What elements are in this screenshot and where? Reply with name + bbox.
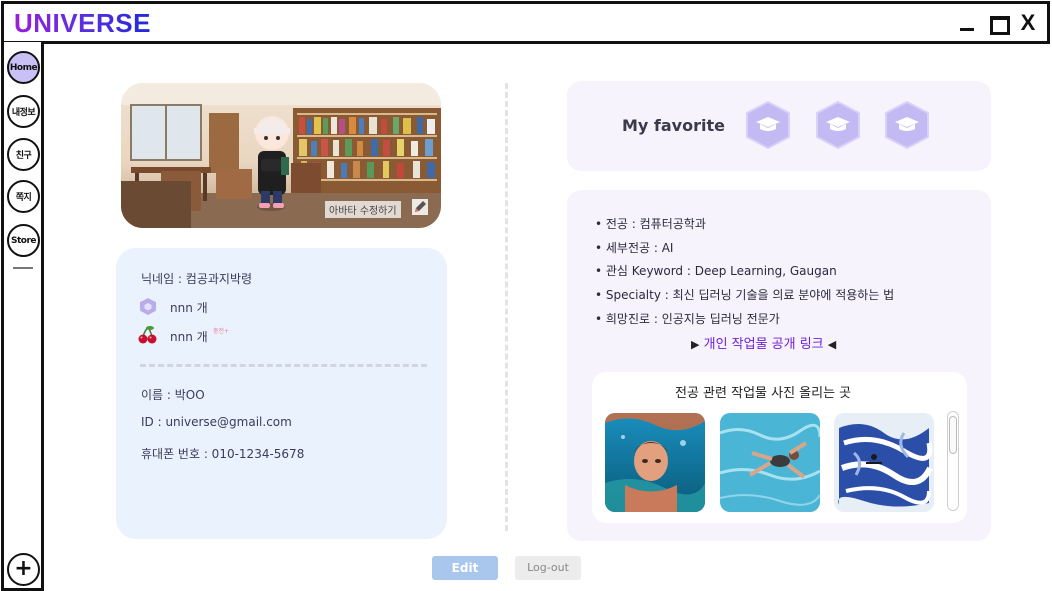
- coin-count: nnn 개: [170, 301, 208, 315]
- graduation-cap-icon: [746, 100, 790, 150]
- avatar-edit-button[interactable]: 아바타 수정하기: [325, 201, 401, 218]
- sidebar-item-my-info[interactable]: 내정보: [7, 95, 40, 128]
- graduation-cap-icon: [816, 100, 860, 150]
- sub-major-line: • 세부전공 : AI: [595, 241, 674, 255]
- gallery-photo-3[interactable]: [834, 413, 934, 512]
- minimize-button[interactable]: [956, 10, 982, 36]
- cherry-icon: [138, 326, 158, 344]
- pencil-icon[interactable]: [412, 199, 428, 215]
- sidebar-item-friends[interactable]: 친구: [7, 138, 40, 171]
- coin-icon: [140, 298, 156, 315]
- nickname-label: 닉네임 : 컴공과지박령: [141, 272, 253, 286]
- title-bar: UNIVERSE X: [1, 1, 1050, 44]
- phone-label: 휴대폰 번호 : 010-1234-5678: [141, 447, 305, 461]
- logout-button[interactable]: Log-out: [515, 556, 581, 580]
- close-button[interactable]: X: [1015, 10, 1041, 36]
- info-divider: [140, 364, 427, 367]
- keyword-line: • 관심 Keyword : Deep Learning, Gaugan: [595, 264, 837, 278]
- app-title: UNIVERSE: [14, 8, 151, 38]
- edit-button[interactable]: Edit: [432, 556, 498, 580]
- major-line: • 전공 : 컴퓨터공학과: [595, 217, 706, 231]
- sidebar-item-home[interactable]: Home: [7, 51, 40, 84]
- gallery-photo-1[interactable]: [605, 413, 705, 512]
- specialty-line: • Specialty : 최신 딥러닝 기술을 의료 분야에 적용하는 법: [595, 288, 895, 302]
- graduation-cap-icon: [885, 100, 929, 150]
- right-triangle-icon: ▶: [691, 338, 700, 351]
- cherry-count: nnn 개: [170, 330, 208, 344]
- scrollbar-thumb[interactable]: [949, 416, 957, 454]
- portfolio-link[interactable]: ▶ 개인 작업물 공개 링크 ◀: [691, 333, 836, 352]
- add-button[interactable]: +: [7, 553, 40, 586]
- name-label: 이름 : 박OO: [141, 388, 205, 402]
- sidebar-divider: [13, 267, 33, 269]
- charge-button[interactable]: 충전+: [213, 326, 229, 335]
- maximize-button[interactable]: [986, 10, 1012, 36]
- id-label: ID : universe@gmail.com: [141, 415, 292, 429]
- gallery-title: 전공 관련 작업물 사진 올리는 곳: [675, 386, 852, 401]
- favorite-slot-2[interactable]: [815, 99, 861, 151]
- favorite-label: My favorite: [622, 116, 725, 135]
- center-divider: [505, 83, 508, 531]
- sidebar-item-store[interactable]: Store: [7, 224, 40, 257]
- sidebar: Home 내정보 친구 쪽지 Store +: [1, 42, 44, 591]
- favorite-slot-3[interactable]: [884, 99, 930, 151]
- sidebar-item-messages[interactable]: 쪽지: [7, 180, 40, 213]
- gallery-photo-2[interactable]: [720, 413, 820, 512]
- career-line: • 희망진로 : 인공지능 딥러닝 전문가: [595, 312, 780, 326]
- portfolio-link-label: 개인 작업물 공개 링크: [703, 337, 824, 352]
- left-triangle-icon: ◀: [827, 338, 837, 351]
- gallery-scrollbar[interactable]: [947, 411, 959, 511]
- favorite-slot-1[interactable]: [745, 99, 791, 151]
